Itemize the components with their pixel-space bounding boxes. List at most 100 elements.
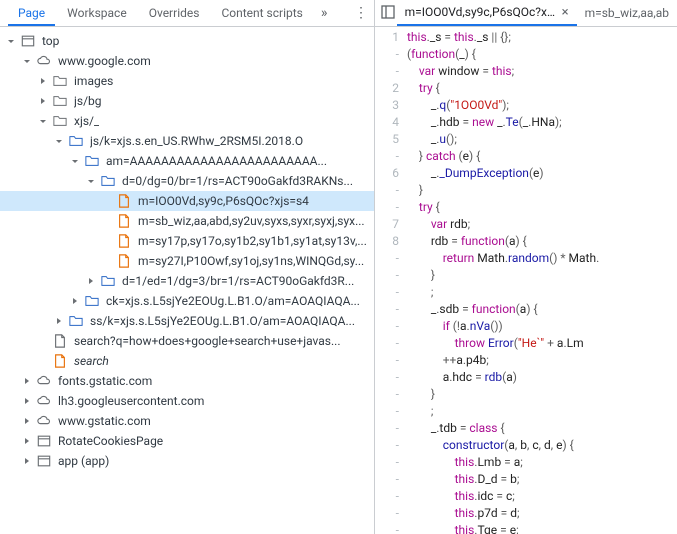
gutter-line: - (375, 352, 399, 369)
tree-item[interactable]: images (0, 71, 374, 91)
code-editor[interactable]: 1--2345-6--78----------------- this._s =… (375, 27, 677, 534)
folder-icon (84, 293, 100, 309)
tree-item-label: m=IOO0Vd,sy9c,P6sQOc?xjs=s4 (138, 194, 309, 208)
code-line: var rdb; (407, 216, 677, 233)
tree-item-label: fonts.gstatic.com (58, 374, 152, 388)
tab-overflow-button[interactable]: » (315, 5, 334, 21)
code-line: constructor(a, b, c, d, e) { (407, 437, 677, 454)
tree-item-label: ss/k=xjs.s.L5sjYe2EOUg.L.B1.O/am=AOAQIAQ… (90, 314, 355, 328)
code-line: _.hdb = new _.Te(_.HNa); (407, 114, 677, 131)
tree-item[interactable]: ck=xjs.s.L5sjYe2EOUg.L.B1.O/am=AOAQIAQA.… (0, 291, 374, 311)
code-line: } (407, 386, 677, 403)
gutter-line: - (375, 471, 399, 488)
twisty-spacer (100, 234, 114, 248)
gutter-line: - (375, 318, 399, 335)
gutter-line: - (375, 148, 399, 165)
kebab-menu-button[interactable]: ⋮ (348, 5, 374, 21)
file-tree: top www.google.com images js/bg xjs/_ js/k=xj… (0, 27, 374, 534)
twisty-icon[interactable] (20, 434, 34, 448)
tab-workspace[interactable]: Workspace (57, 1, 137, 25)
tree-item[interactable]: search (0, 351, 374, 371)
tree-item[interactable]: js/k=xjs.s.en_US.RWhw_2RSM5I.2018.O (0, 131, 374, 151)
gutter-line: 2 (375, 80, 399, 97)
file-icon (116, 213, 132, 229)
twisty-icon[interactable] (36, 114, 50, 128)
close-icon[interactable]: × (562, 5, 569, 20)
cloud-icon (36, 53, 52, 69)
tree-item-label: js/bg (74, 94, 102, 108)
tree-item[interactable]: d=0/dg=0/br=1/rs=ACT90oGakfd3RAKNs... (0, 171, 374, 191)
twisty-icon[interactable] (20, 414, 34, 428)
code-line: if (!a.nVa()) (407, 318, 677, 335)
code-line: (function(_) { (407, 46, 677, 63)
tree-item[interactable]: js/bg (0, 91, 374, 111)
folder-icon (100, 173, 116, 189)
tree-item[interactable]: fonts.gstatic.com (0, 371, 374, 391)
tree-item-label: d=0/dg=0/br=1/rs=ACT90oGakfd3RAKNs... (122, 174, 353, 188)
code-line: throw Error("He`" + a.Lm (407, 335, 677, 352)
tree-item-label: search?q=how+does+google+search+use+java… (74, 334, 340, 348)
tree-item[interactable]: search?q=how+does+google+search+use+java… (0, 331, 374, 351)
tree-item[interactable]: m=IOO0Vd,sy9c,P6sQOc?xjs=s4 (0, 191, 374, 211)
tree-item[interactable]: top (0, 31, 374, 51)
file-icon (52, 353, 68, 369)
tree-item[interactable]: m=sy27I,P10Owf,sy1oj,sy1ns,WINQGd,sy... (0, 251, 374, 271)
twisty-icon[interactable] (52, 134, 66, 148)
gutter-line: 1 (375, 29, 399, 46)
twisty-icon[interactable] (52, 314, 66, 328)
twisty-icon[interactable] (20, 454, 34, 468)
tree-item-label: www.google.com (58, 54, 151, 68)
twisty-icon[interactable] (84, 174, 98, 188)
code-line: try { (407, 80, 677, 97)
tree-item[interactable]: www.google.com (0, 51, 374, 71)
twisty-icon[interactable] (68, 294, 82, 308)
gutter-line: 4 (375, 114, 399, 131)
twisty-icon[interactable] (36, 74, 50, 88)
tree-item-label: www.gstatic.com (58, 414, 151, 428)
tree-item[interactable]: am=AAAAAAAAAAAAAAAAAAAAAAAA... (0, 151, 374, 171)
window-icon (36, 433, 52, 449)
tree-item-label: ck=xjs.s.L5sjYe2EOUg.L.B1.O/am=AOAQIAQA.… (106, 294, 360, 308)
tree-item[interactable]: lh3.googleusercontent.com (0, 391, 374, 411)
gutter-line: - (375, 488, 399, 505)
tree-item[interactable]: m=sy17p,sy17o,sy1b2,sy1b1,sy1at,sy13v,..… (0, 231, 374, 251)
gutter-line: - (375, 182, 399, 199)
gutter-line: - (375, 335, 399, 352)
editor-tab-label: m=sb_wiz,aa,ab (585, 6, 669, 20)
tree-item[interactable]: www.gstatic.com (0, 411, 374, 431)
tree-item-label: am=AAAAAAAAAAAAAAAAAAAAAAAA... (106, 154, 327, 168)
twisty-icon[interactable] (68, 154, 82, 168)
tree-item-label: search (74, 354, 109, 368)
twisty-icon[interactable] (20, 374, 34, 388)
tree-item[interactable]: RotateCookiesPage (0, 431, 374, 451)
twisty-icon[interactable] (4, 34, 18, 48)
gutter-line: - (375, 63, 399, 80)
tab-overrides[interactable]: Overrides (139, 1, 210, 25)
editor-tab-2[interactable]: m=sb_wiz,aa,ab (577, 0, 677, 26)
navigator-toggle-icon[interactable] (379, 5, 397, 22)
source-tabbar: Page Workspace Overrides Content scripts… (0, 0, 374, 27)
twisty-icon[interactable] (20, 394, 34, 408)
twisty-icon[interactable] (84, 274, 98, 288)
code-line: ++a.p4b; (407, 352, 677, 369)
tab-page[interactable]: Page (8, 1, 55, 26)
tree-item[interactable]: ss/k=xjs.s.L5sjYe2EOUg.L.B1.O/am=AOAQIAQ… (0, 311, 374, 331)
tree-item[interactable]: m=sb_wiz,aa,abd,sy2uv,syxs,syxr,syxj,syx… (0, 211, 374, 231)
twisty-icon[interactable] (36, 94, 50, 108)
twisty-spacer (36, 354, 50, 368)
gutter-line: - (375, 250, 399, 267)
tree-item[interactable]: app (app) (0, 451, 374, 471)
tree-item[interactable]: xjs/_ (0, 111, 374, 131)
tree-item-label: xjs/_ (74, 114, 99, 128)
editor-tab-1[interactable]: m=IOO0Vd,sy9c,P6sQOc?xjs=s4 × (397, 0, 577, 26)
code-line: } catch (e) { (407, 148, 677, 165)
tab-content-scripts[interactable]: Content scripts (211, 1, 312, 25)
tree-item-label: images (74, 74, 113, 88)
window-icon (36, 453, 52, 469)
tree-item[interactable]: d=1/ed=1/dg=3/br=1/rs=ACT90oGakfd3R... (0, 271, 374, 291)
code-content[interactable]: this._s = this._s || {};(function(_) { v… (407, 27, 677, 534)
code-line: this.D_d = b; (407, 471, 677, 488)
gutter-line: - (375, 454, 399, 471)
twisty-icon[interactable] (20, 54, 34, 68)
tree-item-label: lh3.googleusercontent.com (58, 394, 204, 408)
